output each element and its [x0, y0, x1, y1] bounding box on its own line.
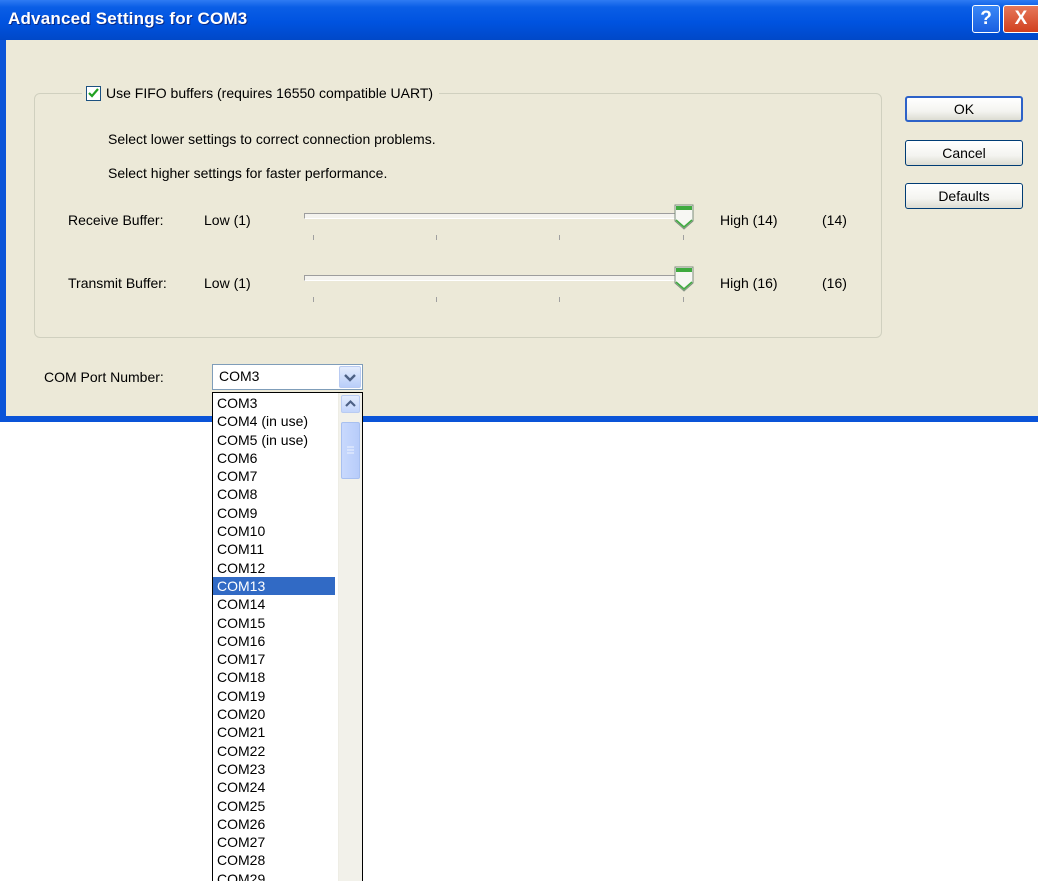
receive-buffer-slider[interactable] [300, 204, 700, 244]
dropdown-option[interactable]: COM22 [213, 742, 335, 760]
receive-slider-thumb[interactable] [673, 204, 695, 230]
transmit-low-label: Low (1) [204, 275, 251, 291]
receive-tick [313, 235, 314, 240]
transmit-buffer-label: Transmit Buffer: [68, 275, 167, 291]
dropdown-option[interactable]: COM20 [213, 705, 335, 723]
receive-tick [683, 235, 684, 240]
dropdown-option[interactable]: COM9 [213, 504, 335, 522]
dropdown-option[interactable]: COM15 [213, 614, 335, 632]
hint-higher-text: Select higher settings for faster perfor… [108, 165, 388, 181]
ok-button[interactable]: OK [905, 96, 1023, 122]
transmit-buffer-slider[interactable] [300, 266, 700, 306]
dropdown-option[interactable]: COM6 [213, 449, 335, 467]
com-port-select[interactable]: COM3 [212, 364, 363, 390]
receive-low-label: Low (1) [204, 212, 251, 228]
dropdown-scrollbar[interactable] [338, 393, 362, 881]
transmit-value-label: (16) [822, 275, 847, 291]
dropdown-option[interactable]: COM26 [213, 815, 335, 833]
hint-lower-text: Select lower settings to correct connect… [108, 131, 436, 147]
transmit-high-label: High (16) [720, 275, 778, 291]
cancel-button[interactable]: Cancel [905, 140, 1023, 166]
transmit-slider-track [304, 275, 688, 281]
transmit-tick [683, 297, 684, 302]
dropdown-option[interactable]: COM23 [213, 760, 335, 778]
dropdown-option[interactable]: COM10 [213, 522, 335, 540]
dropdown-option[interactable]: COM28 [213, 851, 335, 869]
dropdown-option[interactable]: COM8 [213, 485, 335, 503]
dropdown-option[interactable]: COM21 [213, 723, 335, 741]
receive-tick [559, 235, 560, 240]
question-mark-icon: ? [980, 8, 992, 29]
window-title: Advanced Settings for COM3 [8, 9, 248, 28]
scroll-up-button[interactable] [341, 395, 360, 413]
dropdown-option[interactable]: COM19 [213, 687, 335, 705]
dropdown-option[interactable]: COM4 (in use) [213, 412, 335, 430]
close-icon: X [1014, 8, 1028, 29]
fifo-checkbox-row[interactable]: Use FIFO buffers (requires 16550 compati… [82, 82, 440, 104]
title-bar[interactable]: Advanced Settings for COM3 ? X [0, 0, 1038, 40]
combo-dropdown-button[interactable] [339, 366, 361, 388]
receive-high-label: High (14) [720, 212, 778, 228]
dropdown-option[interactable]: COM11 [213, 540, 335, 558]
transmit-tick [559, 297, 560, 302]
dropdown-option[interactable]: COM5 (in use) [213, 431, 335, 449]
receive-buffer-label: Receive Buffer: [68, 212, 164, 228]
fifo-checkbox[interactable] [86, 85, 101, 101]
dropdown-option[interactable]: COM18 [213, 668, 335, 686]
dropdown-option[interactable]: COM27 [213, 833, 335, 851]
dropdown-option[interactable]: COM17 [213, 650, 335, 668]
help-button[interactable]: ? [972, 5, 1000, 33]
defaults-button[interactable]: Defaults [905, 183, 1023, 209]
receive-value-label: (14) [822, 212, 847, 228]
transmit-tick [313, 297, 314, 302]
dropdown-option[interactable]: COM14 [213, 595, 335, 613]
receive-tick [436, 235, 437, 240]
com-port-selected-value: COM3 [219, 368, 260, 384]
dropdown-option[interactable]: COM25 [213, 797, 335, 815]
fifo-checkbox-label: Use FIFO buffers (requires 16550 compati… [106, 85, 434, 101]
dropdown-option[interactable]: COM12 [213, 559, 335, 577]
dropdown-option[interactable]: COM13 [213, 576, 335, 596]
close-button[interactable]: X [1003, 5, 1038, 33]
com-port-label: COM Port Number: [44, 369, 164, 385]
chevron-up-icon [345, 399, 356, 407]
grip-icon [347, 446, 354, 454]
dropdown-option[interactable]: COM24 [213, 778, 335, 796]
scroll-thumb[interactable] [341, 422, 360, 479]
checkmark-icon [88, 88, 99, 98]
receive-slider-track [304, 213, 688, 219]
com-port-options: COM3 COM4 (in use) COM5 (in use) COM6 COM7 CO… [213, 394, 335, 881]
com-port-dropdown-list[interactable]: COM3 COM4 (in use) COM5 (in use) COM6 COM7 CO… [212, 392, 363, 881]
dropdown-option[interactable]: COM7 [213, 467, 335, 485]
dialog-window: Advanced Settings for COM3 ? X Use FIFO … [0, 0, 1038, 422]
chevron-down-icon [344, 374, 356, 382]
dropdown-option[interactable]: COM16 [213, 632, 335, 650]
dropdown-option[interactable]: COM3 [213, 394, 335, 412]
transmit-slider-thumb[interactable] [673, 266, 695, 292]
transmit-tick [436, 297, 437, 302]
dropdown-option[interactable]: COM29 [213, 870, 335, 881]
